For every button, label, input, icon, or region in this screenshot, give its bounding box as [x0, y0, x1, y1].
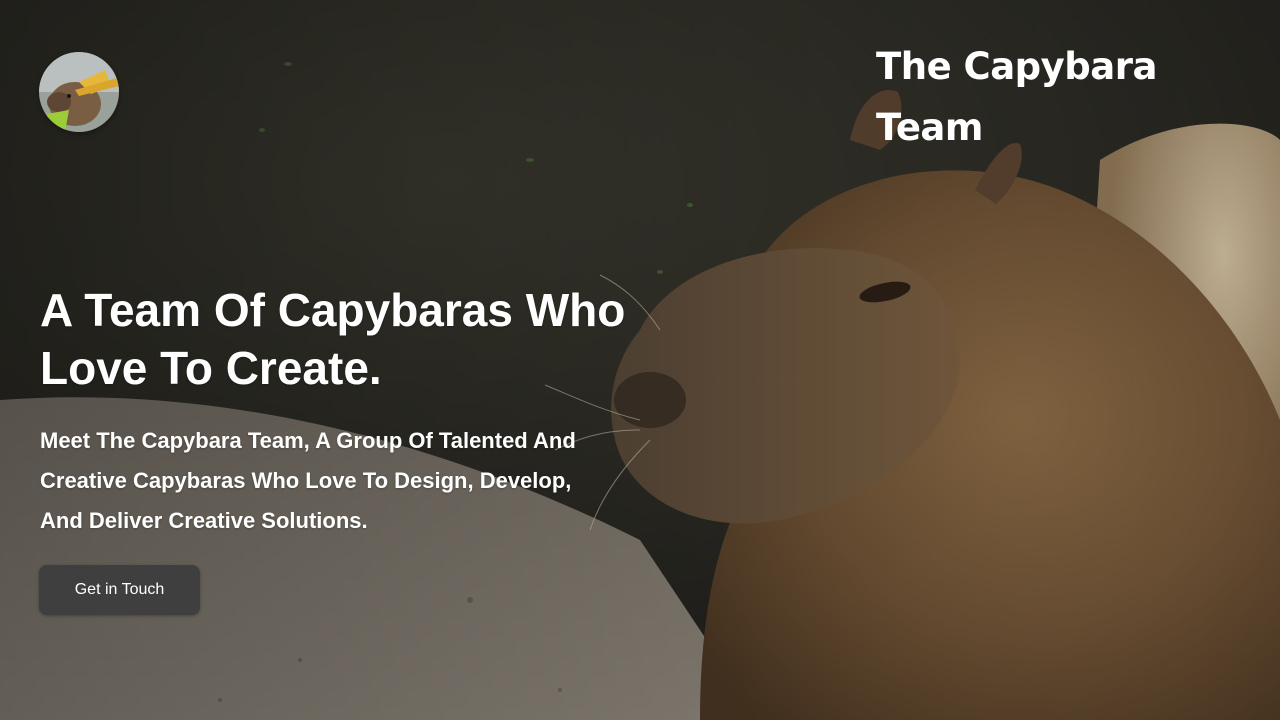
capybara-avatar-icon — [39, 52, 119, 132]
logo-avatar[interactable] — [39, 52, 119, 132]
get-in-touch-button[interactable]: Get in Touch — [39, 565, 200, 615]
hero-subtext: Meet The Capybara Team, A Group Of Talen… — [40, 428, 576, 533]
brand-title: The Capybara Team — [876, 45, 1157, 149]
hero-heading: A Team Of Capybaras Who Love To Create. — [40, 284, 626, 394]
